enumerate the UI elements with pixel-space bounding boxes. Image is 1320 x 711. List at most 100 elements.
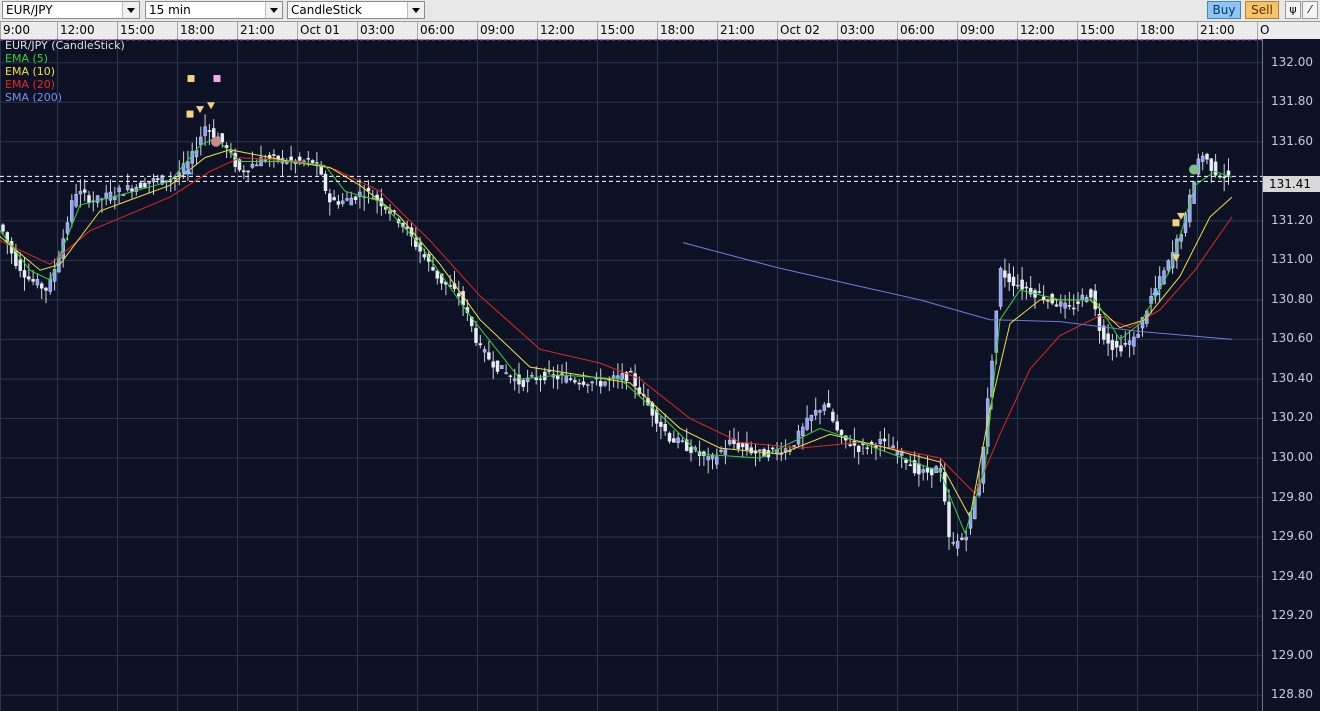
candle xyxy=(487,352,491,360)
time-tick-label: 03:00 xyxy=(840,23,875,37)
candle xyxy=(87,195,91,204)
price-tick-label: 131.60 xyxy=(1271,133,1313,148)
candle xyxy=(1213,161,1218,176)
legend-item: EUR/JPY (CandleStick) xyxy=(5,39,125,52)
interval-value: 15 min xyxy=(149,3,191,17)
candle xyxy=(220,133,225,143)
candle xyxy=(156,178,160,180)
ema-5-line xyxy=(0,137,1233,535)
time-tick-label: 21:00 xyxy=(1200,23,1235,37)
candle xyxy=(616,375,620,379)
candle xyxy=(95,195,100,203)
candle xyxy=(478,343,483,346)
time-tick-separator xyxy=(177,22,178,39)
candle xyxy=(663,423,667,432)
candle xyxy=(659,421,663,427)
time-tick-separator xyxy=(957,22,958,39)
candle xyxy=(297,156,302,161)
candle xyxy=(1209,158,1214,171)
candle xyxy=(676,437,680,444)
time-tick-separator xyxy=(297,22,298,39)
time-tick-label: 09:00 xyxy=(960,23,995,37)
chevron-down-icon[interactable] xyxy=(265,2,282,18)
candle xyxy=(173,177,177,180)
time-tick-label: O xyxy=(1260,23,1270,37)
price-tick-label: 129.80 xyxy=(1271,489,1313,504)
symbol-select[interactable]: EUR/JPY xyxy=(2,1,140,19)
candle xyxy=(203,126,207,137)
candle xyxy=(353,196,358,201)
candle xyxy=(1016,284,1020,287)
candle xyxy=(1046,300,1050,302)
time-tick-label: 09:00 xyxy=(480,23,515,37)
candle xyxy=(457,293,461,297)
candle xyxy=(715,456,719,465)
price-tick-label: 129.00 xyxy=(1271,647,1313,662)
candle xyxy=(250,163,255,168)
time-tick-separator xyxy=(1197,22,1198,39)
candle xyxy=(431,267,435,271)
legend-item: SMA (200) xyxy=(5,91,63,104)
price-tick-label: 130.40 xyxy=(1271,370,1313,385)
chevron-down-icon[interactable] xyxy=(122,2,139,18)
chevron-down-icon[interactable] xyxy=(407,2,424,18)
candle xyxy=(904,459,908,463)
indicator-icon[interactable]: ψ xyxy=(1285,1,1301,19)
candle xyxy=(31,279,35,282)
candle xyxy=(706,456,710,461)
candle xyxy=(504,372,508,374)
candle xyxy=(1089,289,1093,298)
interval-select[interactable]: 15 min xyxy=(145,1,283,19)
candle xyxy=(568,378,573,380)
time-tick-label: 18:00 xyxy=(180,23,215,37)
time-tick-separator xyxy=(357,22,358,39)
candle xyxy=(1166,260,1171,271)
candle xyxy=(319,166,323,175)
candle xyxy=(573,380,577,383)
candle xyxy=(435,270,440,279)
candle xyxy=(960,537,964,540)
price-chart[interactable] xyxy=(0,39,1262,711)
candle xyxy=(921,469,925,473)
candle xyxy=(878,438,882,444)
time-tick-separator xyxy=(597,22,598,39)
candle xyxy=(1127,340,1132,345)
candle xyxy=(285,162,289,164)
sell-signal-marker xyxy=(196,106,204,114)
time-tick-label: 12:00 xyxy=(540,23,575,37)
candle xyxy=(340,200,345,204)
candle xyxy=(18,259,22,271)
candle xyxy=(1119,345,1123,352)
candle xyxy=(1067,305,1072,307)
time-tick-separator xyxy=(837,22,838,39)
price-tick-label: 129.40 xyxy=(1271,568,1313,583)
candle xyxy=(869,441,874,444)
candle xyxy=(598,380,603,387)
candle xyxy=(564,375,569,383)
time-tick-separator xyxy=(0,22,1,39)
candle xyxy=(272,154,276,156)
candle xyxy=(1114,341,1119,348)
chart-style-select[interactable]: CandleStick xyxy=(287,1,425,19)
candle xyxy=(749,447,753,454)
time-tick-label: 15:00 xyxy=(120,23,155,37)
draw-line-icon[interactable]: ⁄ xyxy=(1302,1,1318,19)
candle xyxy=(500,365,504,369)
candle xyxy=(1007,273,1011,283)
time-tick-label: 18:00 xyxy=(660,23,695,37)
buy-button[interactable]: Buy xyxy=(1207,1,1241,19)
candle xyxy=(138,182,143,189)
time-tick-label: 12:00 xyxy=(60,23,95,37)
chart-legend: EUR/JPY (CandleStick) EMA (5) EMA (10) EMA … xyxy=(5,39,125,104)
candle xyxy=(1003,270,1007,278)
price-tick-label: 129.20 xyxy=(1271,608,1313,623)
candle xyxy=(1024,286,1029,289)
price-tick-label: 129.60 xyxy=(1271,529,1313,544)
candle xyxy=(727,439,732,445)
candle xyxy=(577,382,581,385)
time-tick-label: 15:00 xyxy=(1080,23,1115,37)
candle xyxy=(35,279,40,286)
price-tick-label: 131.20 xyxy=(1271,212,1313,227)
sell-button[interactable]: Sell xyxy=(1245,1,1279,19)
time-tick-separator xyxy=(1137,22,1138,39)
